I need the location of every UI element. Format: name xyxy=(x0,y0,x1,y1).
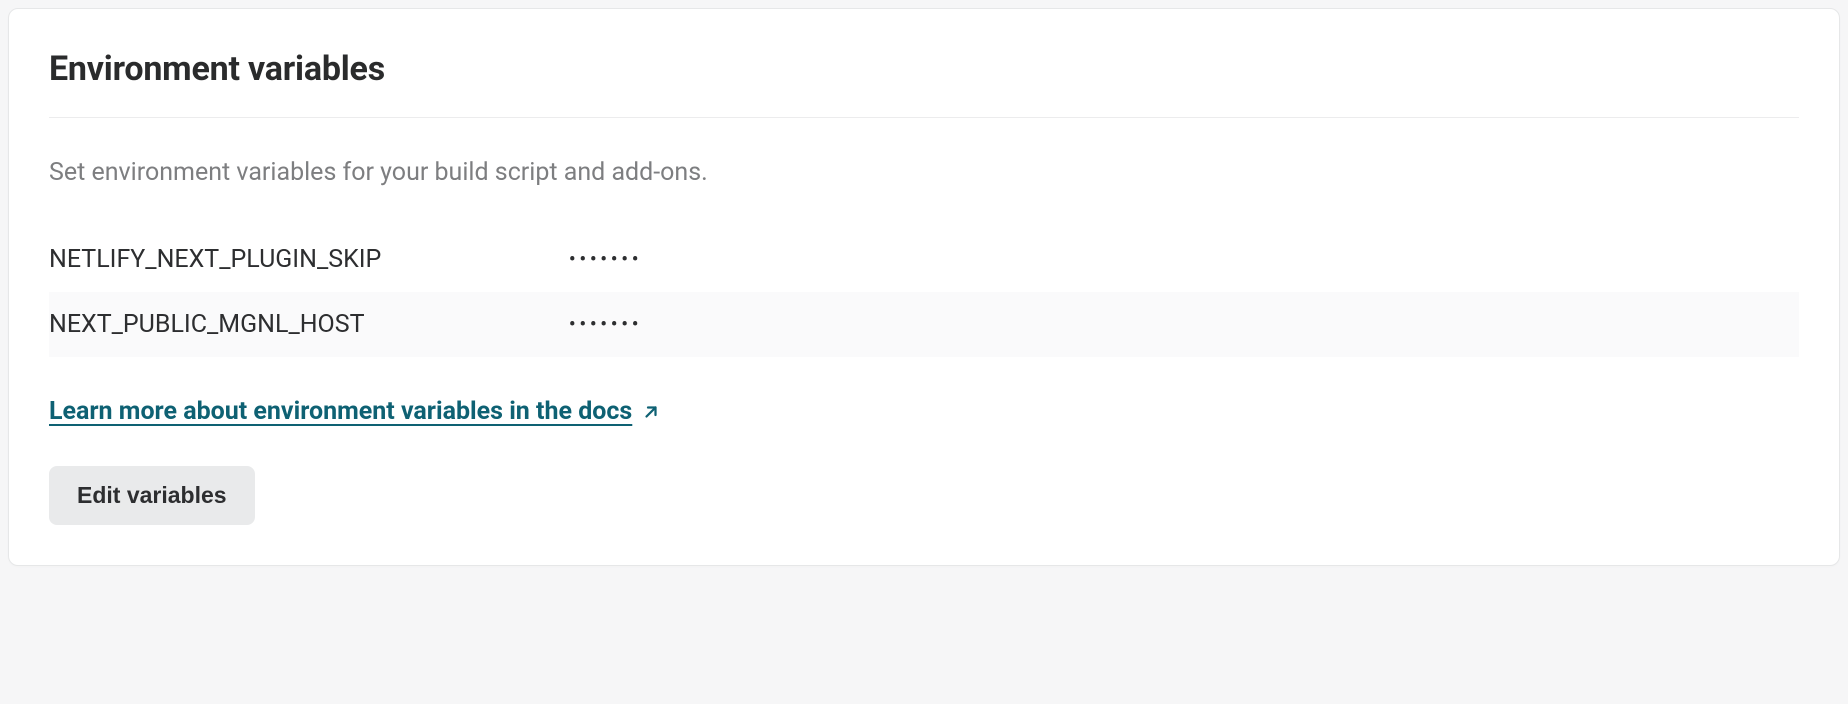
external-link-icon xyxy=(642,403,660,421)
section-header: Environment variables xyxy=(49,49,1799,118)
section-description: Set environment variables for your build… xyxy=(49,158,1799,187)
env-var-row: NETLIFY_NEXT_PLUGIN_SKIP ••••••• xyxy=(49,227,1799,292)
env-var-key: NEXT_PUBLIC_MGNL_HOST xyxy=(49,310,569,339)
env-vars-table: NETLIFY_NEXT_PLUGIN_SKIP ••••••• NEXT_PU… xyxy=(49,227,1799,357)
section-title: Environment variables xyxy=(49,49,1799,89)
env-var-value-masked: ••••••• xyxy=(569,314,642,335)
env-vars-card: Environment variables Set environment va… xyxy=(8,8,1840,566)
env-var-key: NETLIFY_NEXT_PLUGIN_SKIP xyxy=(49,245,569,274)
env-var-value-masked: ••••••• xyxy=(569,249,642,270)
actions-row: Edit variables xyxy=(49,466,1799,525)
env-var-row: NEXT_PUBLIC_MGNL_HOST ••••••• xyxy=(49,292,1799,357)
docs-link[interactable]: Learn more about environment variables i… xyxy=(49,397,660,426)
edit-variables-button[interactable]: Edit variables xyxy=(49,466,255,525)
docs-link-text: Learn more about environment variables i… xyxy=(49,397,632,426)
